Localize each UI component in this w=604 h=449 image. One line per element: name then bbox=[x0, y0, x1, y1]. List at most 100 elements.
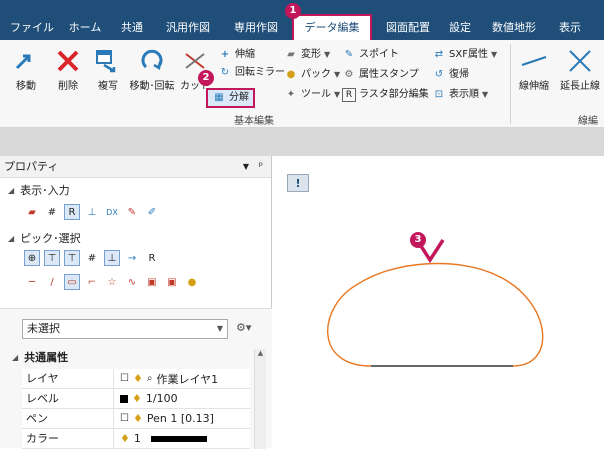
dropdown-arrow-icon: ▼ bbox=[324, 50, 331, 59]
checkbox-icon[interactable]: ☐ bbox=[120, 413, 129, 424]
dropdown-arrow-icon: ▼ bbox=[482, 90, 489, 99]
select-frame-icon[interactable]: ▣ bbox=[144, 274, 160, 290]
move-button[interactable]: 移動 bbox=[6, 42, 46, 102]
tab-layout[interactable]: 図面配置 bbox=[380, 18, 436, 40]
rotate-mirror-button[interactable]: ↻ 回転ミラー bbox=[218, 64, 285, 82]
settings-gear-icon[interactable]: ⚙▾ bbox=[236, 321, 251, 334]
transform-button[interactable]: ▰ 変形 ▼ bbox=[284, 46, 330, 64]
select-line-icon[interactable]: ─ bbox=[24, 274, 40, 290]
tab-general-draw[interactable]: 汎用作図 bbox=[156, 18, 220, 40]
pick-toolbar-1: ⊕ ⊤ ⊤ # ⊥ → R bbox=[24, 250, 160, 266]
explode-button[interactable]: ▦ 分解 bbox=[206, 88, 255, 108]
stamp-icon: ⚙ bbox=[344, 69, 354, 80]
lightbulb-icon: ♦ bbox=[132, 412, 143, 425]
select-curve-icon[interactable]: ∿ bbox=[124, 274, 140, 290]
section-common-attributes[interactable]: ◢ 共通属性 bbox=[12, 349, 68, 365]
dropdown-arrow-icon: ▼ bbox=[334, 70, 341, 79]
pen-style-icon[interactable]: ✎ bbox=[124, 204, 140, 220]
copy-button[interactable]: 複写 bbox=[88, 42, 128, 102]
property-row-color[interactable]: カラー ♦ 1 bbox=[22, 429, 250, 449]
sxf-attribute-button[interactable]: ⇄ SXF属性 ▼ bbox=[432, 46, 497, 64]
select-rect-icon[interactable]: ▭ bbox=[64, 274, 80, 290]
lock-checkbox-icon[interactable]: ☐ bbox=[120, 373, 129, 384]
pick-midpoint-icon[interactable]: ⊤ bbox=[64, 250, 80, 266]
tab-special-draw[interactable]: 専用作図 bbox=[224, 18, 288, 40]
lightbulb-icon: ♦ bbox=[132, 372, 143, 385]
tab-settings[interactable]: 設定 bbox=[440, 18, 480, 40]
scrollbar[interactable]: ▲ bbox=[254, 349, 266, 449]
select-frame2-icon[interactable]: ▣ bbox=[164, 274, 180, 290]
explode-icon: ▦ bbox=[214, 92, 224, 103]
tools-icon: ✦ bbox=[286, 89, 296, 100]
pack-button[interactable]: ● パック ▼ bbox=[284, 66, 341, 84]
raster-partial-edit-button[interactable]: R ラスタ部分編集 bbox=[342, 86, 429, 104]
group-label-basic-edit: 基本編集 bbox=[234, 116, 274, 127]
tab-data-edit[interactable]: データ編集 bbox=[292, 14, 372, 40]
drawing-canvas[interactable]: ! 3 bbox=[273, 156, 604, 448]
select-polygon-icon[interactable]: ☆ bbox=[104, 274, 120, 290]
select-pack-icon[interactable]: ● bbox=[184, 274, 200, 290]
tab-view[interactable]: 表示 bbox=[548, 18, 592, 40]
sxf-icon: ⇄ bbox=[434, 49, 444, 60]
section-display-input[interactable]: ◢ 表示･入力 bbox=[8, 182, 70, 198]
tab-file[interactable]: ファイル bbox=[6, 18, 58, 40]
stretch-button[interactable]: + 伸縮 bbox=[218, 46, 255, 64]
properties-title: プロパティ bbox=[4, 160, 59, 173]
pick-tangent-icon[interactable]: → bbox=[124, 250, 140, 266]
r-mode-icon[interactable]: R bbox=[64, 204, 80, 220]
tab-common[interactable]: 共通 bbox=[112, 18, 152, 40]
section-pick-select[interactable]: ◢ ピック･選択 bbox=[8, 230, 81, 246]
select-corner-icon[interactable]: ⌐ bbox=[84, 274, 100, 290]
tools-button[interactable]: ✦ ツール ▼ bbox=[284, 86, 340, 104]
stretch-icon: + bbox=[220, 49, 230, 60]
panel-menu-arrow-icon[interactable]: ▼ bbox=[243, 156, 249, 178]
lightbulb-icon: ♦ bbox=[120, 432, 130, 445]
group-label-line-edit: 線編 bbox=[578, 116, 598, 127]
raster-icon: R bbox=[342, 88, 356, 102]
transform-icon: ▰ bbox=[287, 49, 295, 60]
properties-header: プロパティ ▼ ᵖ bbox=[0, 156, 271, 178]
toolbar-band bbox=[0, 128, 604, 156]
display-order-icon: ⊡ bbox=[434, 89, 444, 100]
attribute-stamp-button[interactable]: ⚙ 属性スタンプ bbox=[342, 66, 419, 84]
collapse-triangle-icon: ◢ bbox=[8, 233, 15, 243]
tab-home[interactable]: ホーム bbox=[62, 18, 108, 40]
align-icon[interactable]: ⊥ bbox=[84, 204, 100, 220]
pick-center-icon[interactable]: ⊥ bbox=[104, 250, 120, 266]
tab-terrain[interactable]: 数値地形 bbox=[486, 18, 542, 40]
search-icon[interactable]: ⌕ bbox=[147, 373, 153, 384]
layer-display-icon[interactable]: ▰ bbox=[24, 204, 40, 220]
pick-grid-icon[interactable]: # bbox=[84, 250, 100, 266]
property-row-level[interactable]: レベル ♦ 1/100 bbox=[22, 389, 250, 409]
dropdown-arrow-icon: ▼ bbox=[490, 50, 498, 59]
extend-trim-icon bbox=[556, 42, 604, 80]
copy-icon bbox=[88, 42, 128, 80]
step-badge-2: 2 bbox=[198, 70, 214, 86]
grid-icon[interactable]: # bbox=[44, 204, 60, 220]
pick-point-icon[interactable]: ⊕ bbox=[24, 250, 40, 266]
dx-dy-icon[interactable]: DX bbox=[104, 204, 120, 220]
pick-endpoint-icon[interactable]: ⊤ bbox=[44, 250, 60, 266]
selection-dropdown[interactable]: 未選択 ▼ bbox=[22, 319, 228, 339]
extend-trim-button[interactable]: 延長止線 bbox=[556, 42, 604, 102]
line-stretch-button[interactable]: 線伸縮 bbox=[514, 42, 554, 102]
display-order-button[interactable]: ⊡ 表示順 ▼ bbox=[432, 86, 488, 104]
property-row-layer[interactable]: レイヤ ☐ ♦ ⌕ 作業レイヤ1 bbox=[22, 369, 250, 389]
restore-button[interactable]: ↺ 復帰 bbox=[432, 66, 469, 84]
rotate-mirror-icon: ↻ bbox=[220, 67, 230, 78]
move-icon bbox=[6, 42, 46, 80]
property-row-pen[interactable]: ペン ☐ ♦ Pen 1 [0.13] bbox=[22, 409, 250, 429]
pin-icon[interactable]: ᵖ bbox=[259, 156, 263, 178]
collapse-triangle-icon: ◢ bbox=[8, 185, 15, 195]
lightbulb-icon: ♦ bbox=[132, 392, 142, 405]
pick-raster-icon[interactable]: R bbox=[144, 250, 160, 266]
eyedropper-button[interactable]: ✎ スポイト bbox=[342, 46, 399, 64]
scroll-up-arrow-icon[interactable]: ▲ bbox=[255, 349, 266, 357]
pick-toolbar-2: ─ ∕ ▭ ⌐ ☆ ∿ ▣ ▣ ● bbox=[24, 274, 200, 290]
select-diagonal-icon[interactable]: ∕ bbox=[44, 274, 60, 290]
delete-button[interactable]: 削除 bbox=[48, 42, 88, 102]
line-stretch-icon bbox=[514, 42, 554, 80]
display-input-toolbar: ▰ # R ⊥ DX ✎ ✐ bbox=[24, 204, 160, 220]
move-rotate-button[interactable]: 移動･回転 bbox=[126, 42, 178, 102]
eyedropper-small-icon[interactable]: ✐ bbox=[144, 204, 160, 220]
